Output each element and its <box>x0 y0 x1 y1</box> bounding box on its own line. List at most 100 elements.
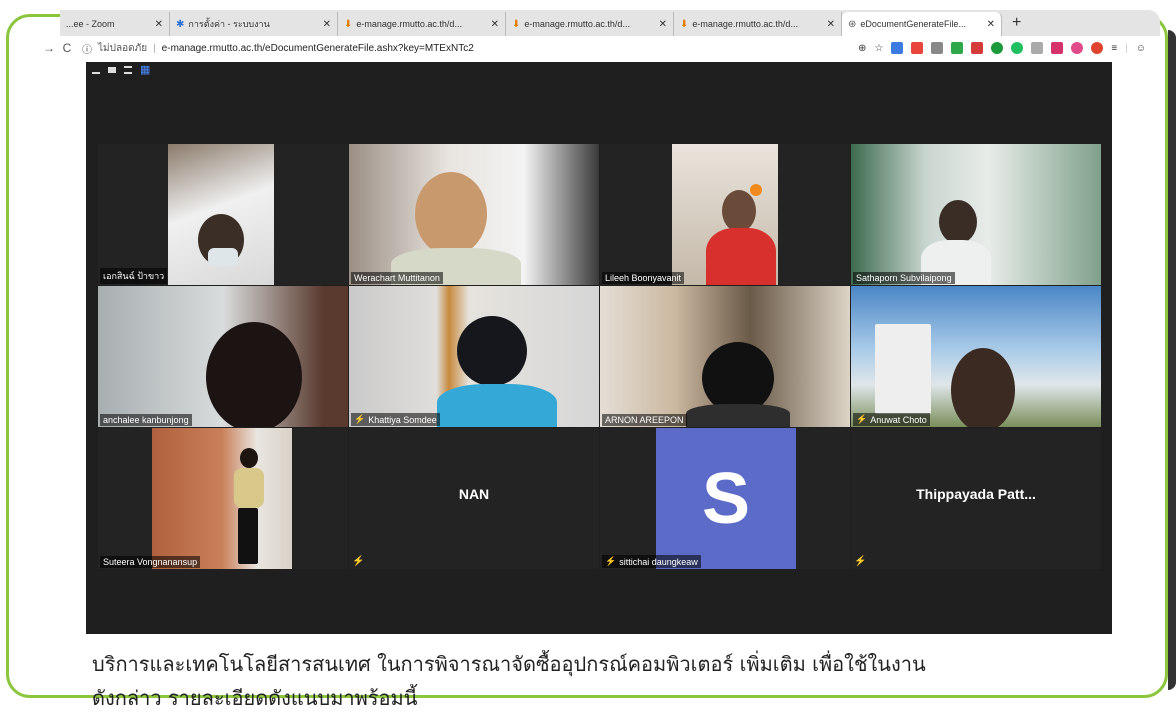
strip-view-icon[interactable] <box>124 66 132 74</box>
participant-tile[interactable]: S ⚡ sittichai daungkeaw <box>600 428 850 569</box>
separator: | <box>1125 42 1128 54</box>
document-text-line-1: บริการและเทคโนโลยีสารสนเทศ ในการพิจารณาจ… <box>92 652 926 676</box>
tab-label: ...ee - Zoom <box>66 19 115 29</box>
person-shirt <box>686 404 790 427</box>
participant-name: anchalee kanbunjong <box>100 414 192 426</box>
mail-extension-icon[interactable] <box>971 42 984 54</box>
zoom-window: ▦ เอกสินฉ์ ป้าขาว Werachart Muttitanon L… <box>86 62 1112 634</box>
participant-tile[interactable]: ⚡ Anuwat Choto <box>851 286 1101 427</box>
gallery-view-icon[interactable]: ▦ <box>140 65 150 76</box>
person-shirt <box>437 384 557 427</box>
dot-extension-icon[interactable] <box>991 42 1004 54</box>
address-bar: → C ⓘ ไม่ปลอดภัย | e-manage.rmutto.ac.th… <box>40 36 1160 60</box>
profile-icon[interactable]: ☺ <box>1136 43 1146 54</box>
close-icon[interactable]: ✕ <box>983 19 995 30</box>
tab-label: e-manage.rmutto.ac.th/d... <box>692 19 798 29</box>
insecure-label: ไม่ปลอดภัย <box>98 42 148 54</box>
tab-download-3[interactable]: ⬇ e-manage.rmutto.ac.th/d... ✕ <box>674 12 842 36</box>
participant-tile[interactable]: Werachart Muttitanon <box>349 144 599 285</box>
participant-tile[interactable]: Thippayada Patt... ⚡ <box>851 428 1101 569</box>
person <box>939 200 977 244</box>
tab-edocument[interactable]: ⊛ eDocumentGenerateFile... ✕ <box>842 12 1002 36</box>
person-shirt <box>234 468 264 508</box>
person <box>206 322 302 427</box>
participant-tile[interactable]: Suteera Vongnanansup <box>98 428 348 569</box>
muted-mic-icon: ⚡ <box>605 556 617 566</box>
close-icon[interactable]: ✕ <box>487 19 499 30</box>
participant-name-placeholder: NAN <box>458 486 490 502</box>
face-mask <box>208 248 238 266</box>
profile-avatar: S <box>656 428 796 569</box>
person <box>415 172 487 256</box>
participant-video <box>672 144 778 285</box>
person <box>722 190 756 232</box>
reload-icon[interactable]: C <box>58 41 76 55</box>
sheet-extension-icon[interactable] <box>951 42 964 54</box>
back-icon[interactable]: → <box>40 41 58 55</box>
url-field[interactable]: ⓘ ไม่ปลอดภัย | e-manage.rmutto.ac.th/eDo… <box>82 41 474 56</box>
star-icon[interactable]: ☆ <box>874 43 883 54</box>
participant-tile[interactable]: NAN ⚡ <box>349 428 599 569</box>
lamp <box>750 184 762 196</box>
person-pants <box>238 508 258 564</box>
camera-extension-icon[interactable] <box>931 42 944 54</box>
participant-video <box>152 428 292 569</box>
participant-name: Lileeh Boonyavanit <box>602 272 685 284</box>
tab-zoom[interactable]: ...ee - Zoom ✕ <box>60 12 170 36</box>
minimize-icon[interactable] <box>92 72 100 74</box>
close-icon[interactable]: ✕ <box>655 19 667 30</box>
close-icon[interactable]: ✕ <box>151 19 163 30</box>
muted-mic-icon: ⚡ <box>854 556 867 567</box>
download-icon: ⬇ <box>680 18 689 30</box>
person <box>240 448 258 468</box>
muted-mic-icon: ⚡ <box>352 556 365 567</box>
participant-name: Sathaporn Subvilaipong <box>853 272 955 284</box>
participant-video <box>168 144 274 285</box>
participant-video <box>98 286 348 427</box>
participant-tile-active-speaker[interactable]: Sathaporn Subvilaipong <box>851 144 1101 285</box>
participant-name: ⚡ Anuwat Choto <box>853 413 930 426</box>
participant-video <box>349 144 599 285</box>
participant-virtual-background <box>851 286 1101 427</box>
extension-toolbar: ⊕ ☆ ≡ | ☺ <box>858 42 1146 54</box>
muted-mic-icon: ⚡ <box>856 414 868 424</box>
plugin-extension-icon[interactable] <box>1031 42 1044 54</box>
pink-extension-icon[interactable] <box>1071 42 1084 54</box>
participant-tile[interactable]: เอกสินฉ์ ป้าขาว <box>98 144 348 285</box>
tab-settings[interactable]: ✱ การตั้งค่า - ระบบงาน ✕ <box>170 12 338 36</box>
close-icon[interactable]: ✕ <box>319 19 331 30</box>
participant-name-placeholder: Thippayada Patt... <box>916 486 1036 502</box>
participant-name: Werachart Muttitanon <box>351 272 443 284</box>
menu-icon[interactable]: ≡ <box>1111 43 1117 54</box>
tab-label: e-manage.rmutto.ac.th/d... <box>356 19 462 29</box>
red-extension-icon[interactable] <box>1051 42 1064 54</box>
speaker-view-icon[interactable] <box>108 67 116 73</box>
document-text-line-2: ดังกล่าว รายละเอียดดังแนบมาพร้อมนี้ <box>92 686 418 710</box>
participant-video <box>349 286 599 427</box>
info-icon: ⓘ <box>82 44 92 56</box>
participant-tile[interactable]: anchalee kanbunjong <box>98 286 348 427</box>
participant-name: ⚡ sittichai daungkeaw <box>602 555 701 568</box>
participant-video <box>851 144 1101 285</box>
globe-icon: ⊛ <box>848 18 857 30</box>
person <box>951 348 1015 427</box>
tab-download-2[interactable]: ⬇ e-manage.rmutto.ac.th/d... ✕ <box>506 12 674 36</box>
orange-extension-icon[interactable] <box>1091 42 1104 54</box>
circle-extension-icon[interactable] <box>1011 42 1024 54</box>
participant-video <box>600 286 850 427</box>
zoom-magnifier-icon[interactable]: ⊕ <box>858 43 866 54</box>
participant-name: เอกสินฉ์ ป้าขาว <box>100 268 168 284</box>
separator: | <box>153 42 156 54</box>
participant-tile[interactable]: Lileeh Boonyavanit <box>600 144 850 285</box>
close-icon[interactable]: ✕ <box>823 19 835 30</box>
person-shirt <box>706 228 776 285</box>
new-tab-button[interactable]: + <box>1002 12 1031 36</box>
translate-extension-icon[interactable] <box>891 42 904 54</box>
participant-tile[interactable]: ⚡ Khattiya Somdee <box>349 286 599 427</box>
tab-download-1[interactable]: ⬇ e-manage.rmutto.ac.th/d... ✕ <box>338 12 506 36</box>
participant-tile[interactable]: ARNON AREEPON <box>600 286 850 427</box>
download-icon: ⬇ <box>344 18 353 30</box>
download-icon: ⬇ <box>512 18 521 30</box>
extension-icon[interactable] <box>911 42 924 54</box>
participant-name: ⚡ Khattiya Somdee <box>351 413 440 426</box>
